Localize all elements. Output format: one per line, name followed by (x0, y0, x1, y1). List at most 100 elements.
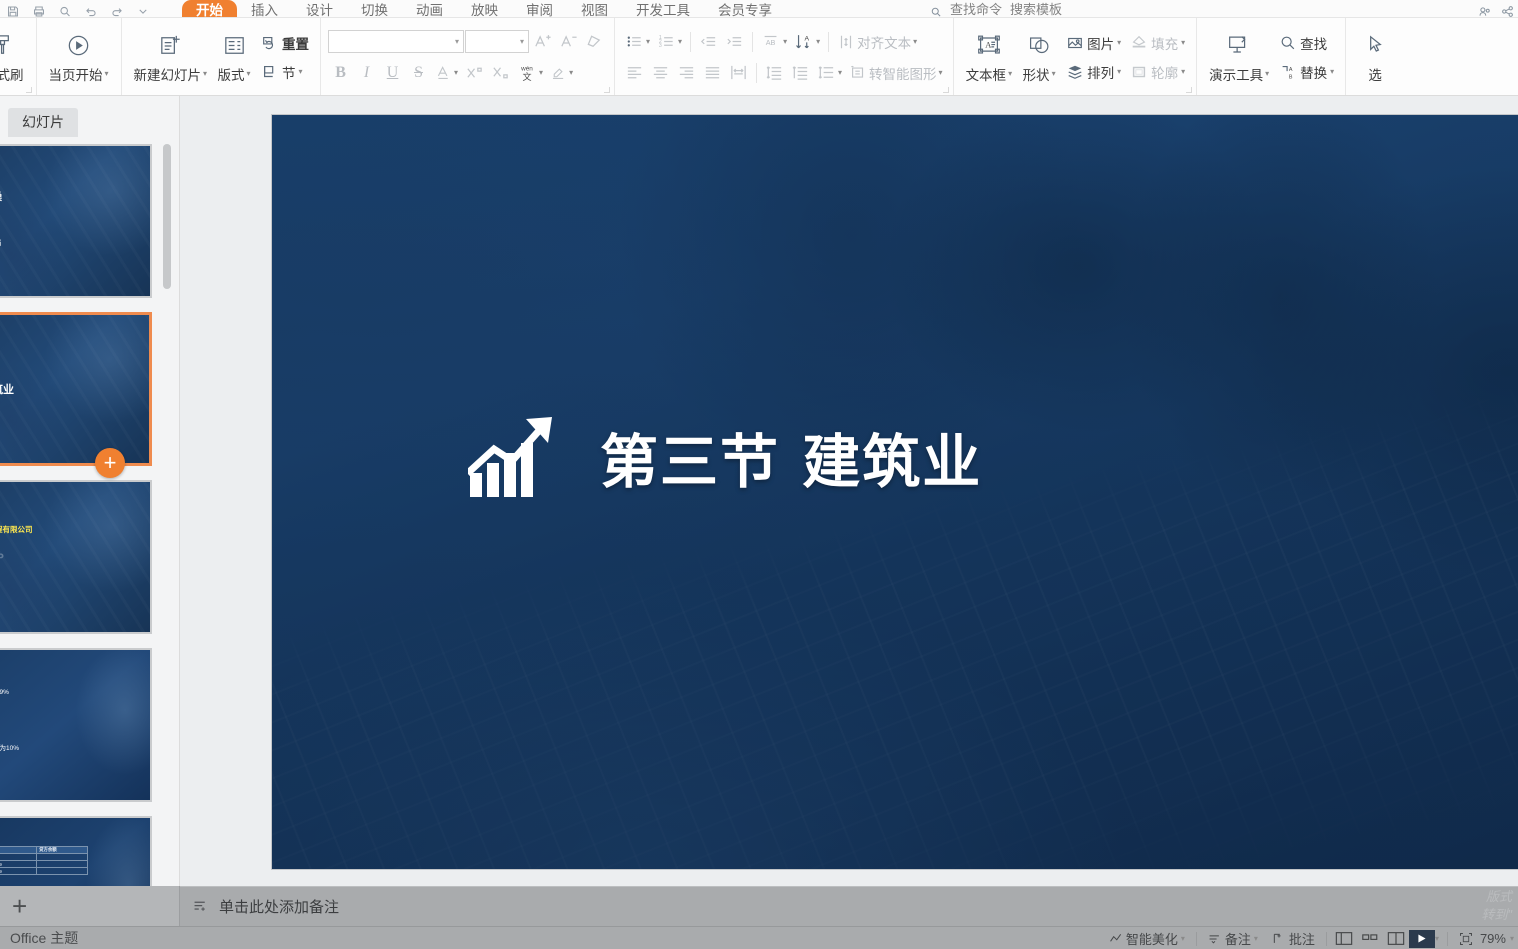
list-item[interactable]: 实操 班 ：吴娟 (0, 144, 152, 298)
add-slide-plus-icon[interactable]: + (12, 893, 27, 919)
select-button[interactable]: 选 (1353, 22, 1397, 92)
section-button[interactable]: 节 ▾ (256, 59, 313, 84)
reading-view-button[interactable] (1383, 930, 1409, 948)
notes-toggle-button[interactable]: 备注 ▾ (1201, 929, 1265, 948)
bold-button[interactable]: B (328, 60, 353, 85)
slide-sorter-button[interactable] (1357, 930, 1383, 948)
chevron-down-icon[interactable]: ▾ (247, 69, 251, 78)
chevron-down-icon[interactable]: ▾ (1435, 934, 1439, 943)
theme-name-label[interactable]: Office 主题 (0, 928, 78, 948)
format-painter-button[interactable]: 格式刷 (0, 22, 29, 92)
space-after-button[interactable] (788, 60, 813, 85)
tab-view[interactable]: 视图 (567, 0, 622, 17)
current-slide[interactable]: 第三节 建筑业 (272, 115, 1518, 869)
add-slide-button[interactable]: + (95, 448, 125, 478)
layout-button[interactable]: 版式 ▾ (212, 22, 256, 92)
customize-qat-icon[interactable] (136, 5, 150, 17)
fill-button[interactable]: 填充 ▾ (1125, 30, 1189, 55)
italic-button[interactable]: I (354, 60, 379, 85)
strikethrough-button[interactable]: S (406, 60, 431, 85)
undo-icon[interactable] (84, 5, 98, 17)
chevron-down-icon[interactable]: ▾ (1181, 38, 1185, 47)
fit-to-window-button[interactable] (1452, 932, 1480, 946)
zoom-level[interactable]: 79% (1480, 931, 1506, 946)
chevron-down-icon[interactable]: ▾ (1254, 934, 1258, 943)
slides-pane-tab[interactable]: 幻灯片 (8, 108, 78, 137)
arrange-button[interactable]: 排列 ▾ (1061, 59, 1125, 84)
chevron-down-icon[interactable]: ▾ (783, 37, 787, 46)
chevron-down-icon[interactable]: ▾ (1181, 67, 1185, 76)
numbered-list-button[interactable]: 123 ▾ (654, 29, 685, 54)
tab-developer-tools[interactable]: 开发工具 (622, 0, 704, 17)
list-item[interactable]: 、税率9% 预缴率为10% (0, 648, 152, 802)
comment-button[interactable]: 批注 (1265, 929, 1322, 948)
print-preview-icon[interactable] (58, 5, 72, 17)
chevron-down-icon[interactable]: ▾ (939, 68, 943, 77)
start-from-current-button[interactable]: 当页开始 ▾ (44, 22, 114, 92)
font-size-input[interactable]: ▾ (465, 30, 530, 53)
new-slide-button[interactable]: 新建幻灯片 ▾ (129, 22, 213, 92)
chevron-down-icon[interactable]: ▾ (539, 68, 543, 77)
tab-start[interactable]: 开始 (182, 0, 237, 17)
chevron-down-icon[interactable]: ▾ (1052, 69, 1056, 78)
decrease-font-size-button[interactable] (556, 29, 581, 54)
collaborate-icon[interactable] (1478, 5, 1491, 17)
chevron-down-icon[interactable]: ▾ (203, 69, 207, 78)
align-text-button[interactable]: 对齐文本 ▾ (834, 29, 920, 54)
reset-button[interactable]: 重置 (256, 30, 313, 55)
increase-indent-button[interactable] (722, 29, 747, 54)
underline-button[interactable]: U (380, 60, 405, 85)
paragraph-dialog-launcher[interactable] (942, 87, 949, 93)
space-before-button[interactable] (762, 60, 787, 85)
chevron-down-icon[interactable]: ▾ (299, 67, 303, 76)
thumbnail-scrollbar[interactable] (163, 144, 171, 289)
increase-font-size-button[interactable] (530, 29, 555, 54)
chevron-down-icon[interactable]: ▾ (569, 68, 573, 77)
chevron-down-icon[interactable]: ▾ (455, 37, 459, 46)
slide-title-block[interactable]: 第三节 建筑业 (468, 415, 982, 499)
align-left-button[interactable] (622, 60, 647, 85)
align-right-button[interactable] (674, 60, 699, 85)
slideshow-view-button[interactable] (1408, 929, 1435, 948)
convert-smartart-button[interactable]: 转智能图形 ▾ (846, 60, 946, 85)
text-direction-button[interactable]: AB ▾ (758, 29, 790, 54)
sort-text-button[interactable]: A ▾ (791, 29, 823, 54)
decrease-indent-button[interactable] (696, 29, 721, 54)
find-button[interactable]: 查找 (1274, 30, 1338, 55)
clipboard-dialog-launcher[interactable] (25, 87, 32, 93)
line-spacing-button[interactable]: ▾ (814, 60, 845, 85)
font-dialog-launcher[interactable] (604, 87, 611, 93)
superscript-button[interactable] (462, 60, 487, 85)
justify-button[interactable] (700, 60, 725, 85)
presentation-tools-button[interactable]: 演示工具 ▾ (1204, 22, 1274, 92)
distribute-button[interactable] (726, 60, 751, 85)
subscript-button[interactable] (488, 60, 513, 85)
normal-view-button[interactable] (1331, 930, 1357, 948)
picture-button[interactable]: 图片 ▾ (1061, 30, 1125, 55)
chevron-down-icon[interactable]: ▾ (816, 37, 820, 46)
chevron-down-icon[interactable]: ▾ (913, 37, 917, 46)
list-item[interactable]: 建筑业 、 (0, 312, 152, 466)
share-icon[interactable] (1501, 5, 1514, 17)
notes-input[interactable]: 单击此处添加备注 (180, 886, 1518, 926)
chevron-down-icon[interactable]: ▾ (678, 37, 682, 46)
font-color-button[interactable]: ▾ (432, 60, 461, 85)
chevron-down-icon[interactable]: ▾ (1181, 934, 1185, 943)
drawing-dialog-launcher[interactable] (1186, 87, 1193, 93)
redo-icon[interactable] (110, 5, 124, 17)
chevron-down-icon[interactable]: ▾ (838, 68, 842, 77)
bullet-list-button[interactable]: ▾ (622, 29, 653, 54)
save-icon[interactable] (6, 5, 20, 17)
beautify-button[interactable]: 智能美化 ▾ (1102, 929, 1192, 948)
tab-transition[interactable]: 切换 (347, 0, 402, 17)
font-name-input[interactable]: ▾ (328, 30, 465, 53)
highlight-button[interactable]: ▾ (547, 60, 576, 85)
chevron-down-icon[interactable]: ▾ (105, 69, 109, 78)
tab-animation[interactable]: 动画 (402, 0, 457, 17)
replace-button[interactable]: AB 替换 ▾ (1274, 59, 1338, 84)
tab-review[interactable]: 审阅 (512, 0, 567, 17)
outline-button[interactable]: 轮廓 ▾ (1125, 59, 1189, 84)
command-search[interactable]: 查找命令 搜索模板 (930, 0, 1062, 17)
list-item[interactable]: 借方余额 贷方余额 9056.96 700051.79 700051.79 (0, 816, 152, 886)
clear-format-button[interactable] (582, 29, 607, 54)
